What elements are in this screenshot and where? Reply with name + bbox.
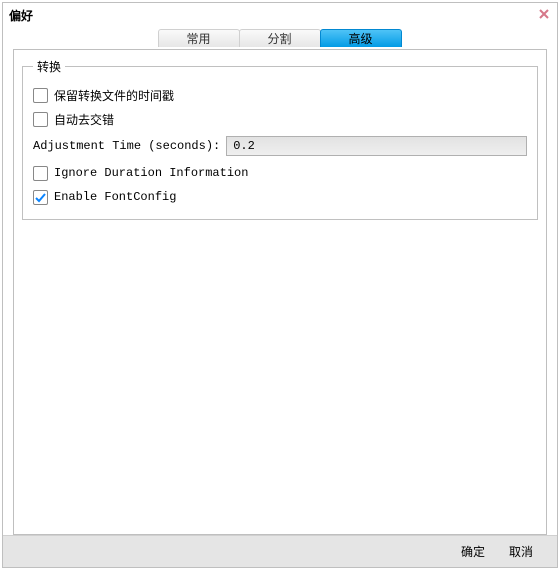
close-icon[interactable] — [537, 7, 551, 21]
tab-common[interactable]: 常用 — [158, 29, 240, 47]
checkbox-preserve-timestamp[interactable] — [33, 88, 48, 103]
row-adjustment-time: Adjustment Time (seconds): — [33, 133, 527, 159]
row-ignore-duration: Ignore Duration Information — [33, 161, 527, 185]
window-title: 偏好 — [9, 7, 33, 24]
tabbar: 常用 分割 高级 — [3, 29, 557, 49]
row-auto-deinterlace: 自动去交错 — [33, 107, 527, 131]
label-adjustment-time: Adjustment Time (seconds): — [33, 139, 220, 153]
tab-split[interactable]: 分割 — [239, 29, 321, 47]
checkbox-auto-deinterlace[interactable] — [33, 112, 48, 127]
row-preserve-timestamp: 保留转换文件的时间戳 — [33, 83, 527, 107]
convert-group: 转换 保留转换文件的时间戳 自动去交错 Adjustment Time (sec… — [22, 58, 538, 220]
label-enable-fontconfig: Enable FontConfig — [54, 190, 176, 204]
input-adjustment-time[interactable] — [226, 136, 527, 156]
cancel-button[interactable]: 取消 — [509, 543, 533, 560]
label-auto-deinterlace: 自动去交错 — [54, 111, 114, 128]
titlebar: 偏好 — [3, 3, 557, 27]
row-enable-fontconfig: Enable FontConfig — [33, 185, 527, 209]
checkbox-enable-fontconfig[interactable] — [33, 190, 48, 205]
label-preserve-timestamp: 保留转换文件的时间戳 — [54, 87, 174, 104]
tab-advanced[interactable]: 高级 — [320, 29, 402, 47]
tab-content: 转换 保留转换文件的时间戳 自动去交错 Adjustment Time (sec… — [13, 49, 547, 535]
checkbox-ignore-duration[interactable] — [33, 166, 48, 181]
footer: 确定 取消 — [3, 535, 557, 567]
ok-button[interactable]: 确定 — [461, 543, 485, 560]
label-ignore-duration: Ignore Duration Information — [54, 166, 248, 180]
preferences-window: 偏好 常用 分割 高级 转换 保留转换文件的时间戳 — [2, 2, 558, 568]
group-legend: 转换 — [33, 58, 65, 75]
